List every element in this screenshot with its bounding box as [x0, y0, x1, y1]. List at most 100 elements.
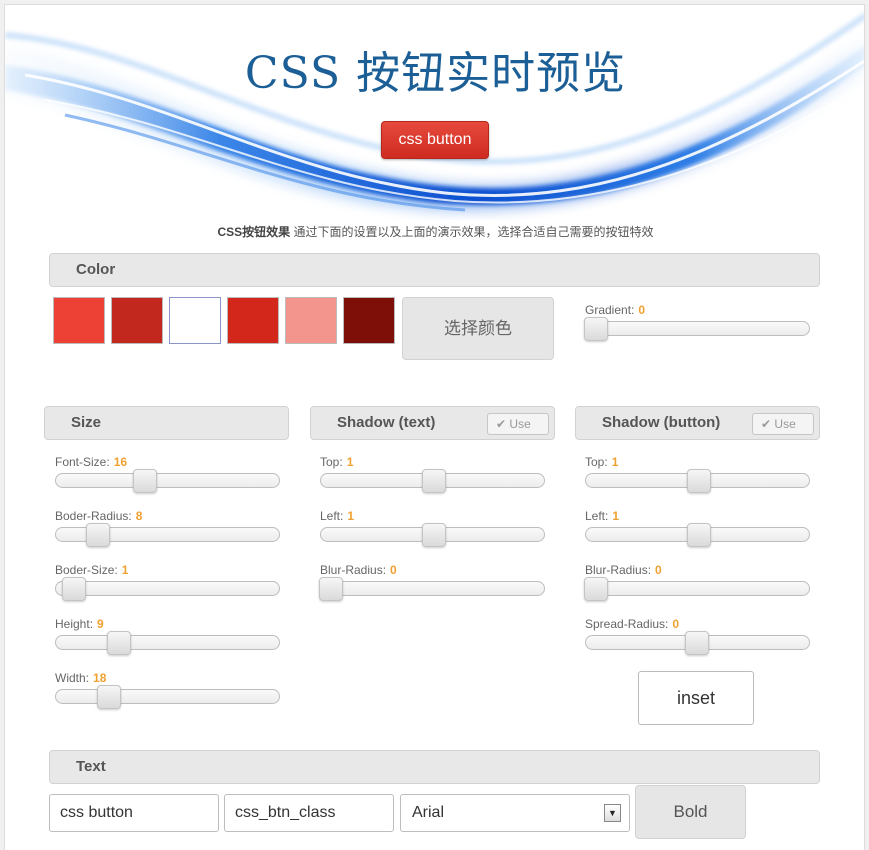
gradient-value: 0 [638, 303, 646, 317]
color-swatch-2[interactable] [111, 297, 163, 344]
button-shadow-left-slider-handle[interactable] [687, 523, 711, 547]
border-radius-slider-track[interactable] [55, 523, 280, 547]
button-shadow-blur-label-text: Blur-Radius: [585, 563, 652, 577]
button-shadow-left-label: Left: 1 [585, 509, 619, 523]
height-slider-track[interactable] [55, 631, 280, 655]
text-shadow-blur-slider-handle[interactable] [319, 577, 343, 601]
color-section-header: Color [49, 253, 820, 287]
border-size-label-text: Boder-Size: [55, 563, 118, 577]
text-shadow-left-label-text: Left: [320, 509, 344, 523]
button-text-input[interactable]: css button [49, 794, 219, 832]
border-size-label: Boder-Size: 1 [55, 563, 128, 577]
button-shadow-left-value: 1 [612, 509, 620, 523]
text-shadow-top-label: Top: 1 [320, 455, 353, 469]
intro-text: CSS按钮效果 通过下面的设置以及上面的演示效果，选择合适自己需要的按钮特效 [5, 223, 864, 240]
text-shadow-top-slider-track[interactable] [320, 469, 545, 493]
text-shadow-top-slider-handle[interactable] [422, 469, 446, 493]
color-swatch-1[interactable] [53, 297, 105, 344]
shadow-text-use-label: Use [509, 417, 531, 431]
text-shadow-blur-slider-track[interactable] [319, 577, 545, 601]
border-size-slider-handle[interactable] [62, 577, 86, 601]
text-shadow-top-value: 1 [346, 455, 354, 469]
button-shadow-top-label: Top: 1 [585, 455, 618, 469]
button-shadow-top-slider-handle[interactable] [687, 469, 711, 493]
demo-css-button[interactable]: css button [381, 121, 489, 159]
text-section-title: Text [76, 758, 106, 775]
check-icon: ✔ [496, 417, 507, 431]
button-shadow-spread-slider-track[interactable] [585, 631, 810, 655]
hero-banner: CSS 按钮实时预览 css button [5, 5, 864, 220]
width-label-text: Width: [55, 671, 90, 685]
font-size-slider-handle[interactable] [133, 469, 157, 493]
page: CSS 按钮实时预览 css button CSS按钮效果 通过下面的设置以及上… [4, 4, 865, 850]
text-section-header: Text [49, 750, 820, 784]
button-shadow-spread-label-text: Spread-Radius: [585, 617, 669, 631]
button-shadow-left-slider-track[interactable] [585, 523, 810, 547]
bold-button[interactable]: Bold [635, 785, 746, 839]
border-radius-label-text: Boder-Radius: [55, 509, 132, 523]
border-size-slider-track[interactable] [55, 577, 280, 601]
page-title: CSS 按钮实时预览 [244, 48, 627, 99]
color-section-title: Color [76, 261, 116, 278]
width-slider-handle[interactable] [97, 685, 121, 709]
shadow-text-section-header: Shadow (text) ✔ Use [310, 406, 555, 440]
button-shadow-top-slider-track[interactable] [585, 469, 810, 493]
size-section-title: Size [71, 414, 102, 431]
text-shadow-top-label-text: Top: [320, 455, 343, 469]
intro-bold: CSS按钮效果 [217, 225, 291, 239]
color-swatch-3[interactable] [169, 297, 221, 344]
border-radius-label: Boder-Radius: 8 [55, 509, 142, 523]
text-shadow-left-label: Left: 1 [320, 509, 354, 523]
height-label: Height: 9 [55, 617, 104, 631]
height-value: 9 [97, 617, 104, 631]
shadow-button-section-header: Shadow (button) ✔ Use [575, 406, 820, 440]
button-shadow-spread-label: Spread-Radius: 0 [585, 617, 679, 631]
font-size-value: 16 [113, 455, 128, 469]
shadow-button-use-toggle[interactable]: ✔ Use [752, 413, 814, 435]
button-shadow-spread-value: 0 [672, 617, 680, 631]
text-shadow-left-slider-track[interactable] [320, 523, 545, 547]
width-label: Width: 18 [55, 671, 106, 685]
border-radius-value: 8 [135, 509, 143, 523]
height-label-text: Height: [55, 617, 94, 631]
text-shadow-left-slider-handle[interactable] [422, 523, 446, 547]
height-slider-handle[interactable] [107, 631, 131, 655]
color-swatch-6[interactable] [343, 297, 395, 344]
button-shadow-left-label-text: Left: [585, 509, 609, 523]
button-shadow-top-label-text: Top: [585, 455, 608, 469]
intro-description: 通过下面的设置以及上面的演示效果，选择合适自己需要的按钮特效 [290, 225, 654, 239]
button-shadow-blur-slider-track[interactable] [584, 577, 810, 601]
width-slider-track[interactable] [55, 685, 280, 709]
font-size-label: Font-Size: 16 [55, 455, 127, 469]
button-shadow-blur-slider-handle[interactable] [584, 577, 608, 601]
gradient-label-text: Gradient: [585, 303, 635, 317]
inset-button[interactable]: inset [638, 671, 754, 725]
border-radius-slider-handle[interactable] [86, 523, 110, 547]
text-shadow-blur-value: 0 [390, 563, 397, 577]
shadow-button-section-title: Shadow (button) [602, 414, 721, 431]
gradient-slider-handle[interactable] [584, 317, 608, 341]
text-shadow-left-value: 1 [347, 509, 355, 523]
color-swatch-5[interactable] [285, 297, 337, 344]
text-shadow-blur-label: Blur-Radius: 0 [320, 563, 397, 577]
gradient-slider-track[interactable] [584, 317, 810, 341]
text-shadow-blur-label-text: Blur-Radius: [320, 563, 387, 577]
shadow-button-use-label: Use [774, 417, 796, 431]
pick-color-button[interactable]: 选择颜色 [402, 297, 554, 360]
font-family-select[interactable]: Arial ▼ [400, 794, 630, 832]
button-shadow-top-value: 1 [611, 455, 619, 469]
color-swatch-4[interactable] [227, 297, 279, 344]
border-size-value: 1 [121, 563, 129, 577]
class-name-input[interactable]: css_btn_class [224, 794, 394, 832]
font-family-selected: Arial [412, 804, 445, 821]
shadow-text-use-toggle[interactable]: ✔ Use [487, 413, 549, 435]
dropdown-arrow-icon[interactable]: ▼ [604, 804, 621, 822]
check-icon: ✔ [761, 417, 772, 431]
font-size-slider-track[interactable] [55, 469, 280, 493]
button-shadow-spread-slider-handle[interactable] [685, 631, 709, 655]
shadow-text-section-title: Shadow (text) [337, 414, 436, 431]
font-size-label-text: Font-Size: [55, 455, 110, 469]
button-shadow-blur-value: 0 [655, 563, 662, 577]
button-shadow-blur-label: Blur-Radius: 0 [585, 563, 662, 577]
size-section-header: Size [44, 406, 289, 440]
